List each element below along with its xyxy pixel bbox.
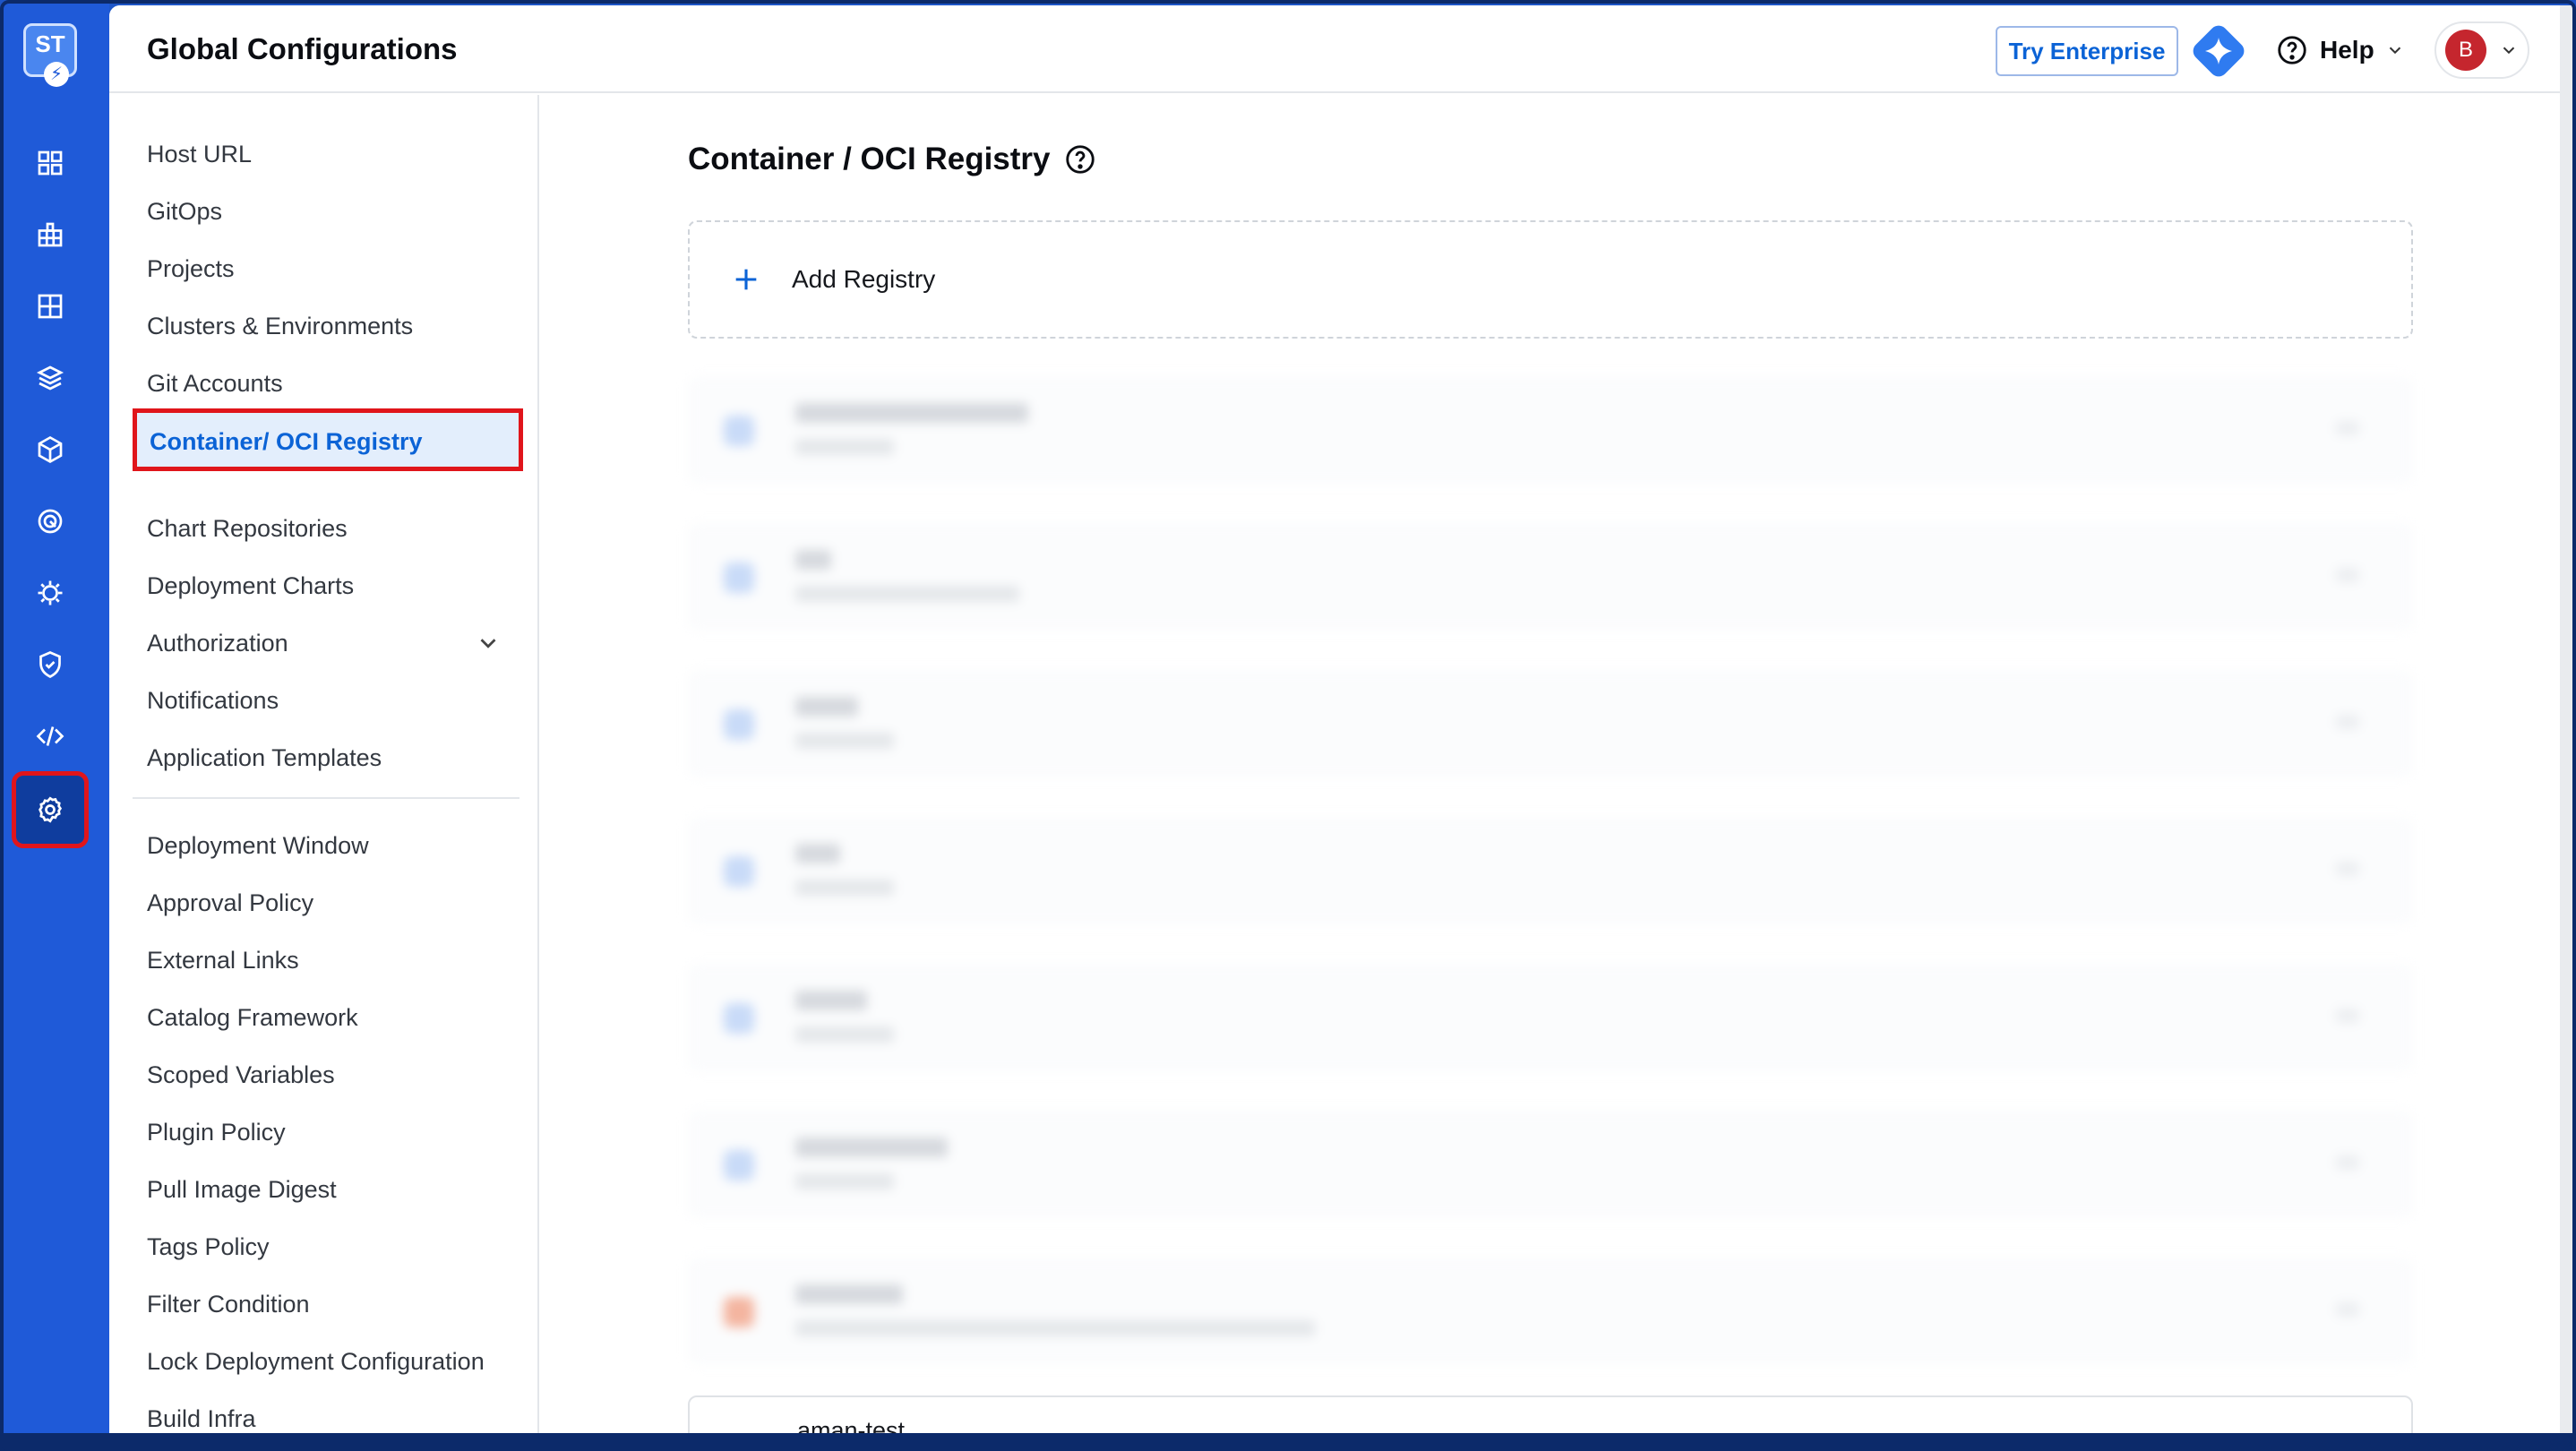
registry-row[interactable] bbox=[688, 964, 2413, 1071]
registry-row[interactable] bbox=[688, 670, 2413, 777]
bug-icon[interactable] bbox=[29, 571, 72, 614]
sidebar-item-scoped-variables[interactable]: Scoped Variables bbox=[147, 1057, 335, 1093]
sidebar-item-catalog-framework[interactable]: Catalog Framework bbox=[147, 1000, 358, 1035]
registry-row[interactable] bbox=[688, 1258, 2413, 1365]
sidebar-item-lock-deployment-configuration[interactable]: Lock Deployment Configuration bbox=[147, 1344, 485, 1379]
add-registry-button[interactable]: Add Registry bbox=[688, 220, 2413, 339]
registry-row[interactable]: aman-test bbox=[688, 1395, 2413, 1433]
top-header: Global Configurations Try Enterprise Hel… bbox=[109, 5, 2560, 93]
jobs-icon[interactable] bbox=[29, 356, 72, 399]
try-enterprise-button[interactable]: Try Enterprise bbox=[1996, 26, 2178, 76]
user-menu[interactable]: B bbox=[2434, 21, 2529, 79]
sidebar-item-gitops[interactable]: GitOps bbox=[147, 193, 222, 229]
window-bottom-edge bbox=[0, 1433, 2576, 1451]
sidebar-item-container-oci-registry[interactable]: Container/ OCI Registry bbox=[133, 408, 523, 471]
settings-gear-icon[interactable] bbox=[12, 771, 89, 848]
shield-icon[interactable] bbox=[29, 643, 72, 686]
resource-browser-icon[interactable] bbox=[29, 428, 72, 471]
chevron-down-icon[interactable] bbox=[475, 630, 502, 657]
logo-text: ST bbox=[35, 30, 65, 57]
bolt-icon: ⚡ bbox=[44, 62, 69, 87]
sidebar-item-filter-condition[interactable]: Filter Condition bbox=[147, 1286, 310, 1322]
scrollbar[interactable] bbox=[2560, 5, 2572, 1433]
registry-name: aman-test bbox=[797, 1417, 906, 1433]
registry-page-heading: Container / OCI Registry bbox=[688, 142, 1051, 176]
nav-rail: ST ⚡ bbox=[4, 4, 109, 1447]
sidebar-item-host-url[interactable]: Host URL bbox=[147, 136, 252, 172]
page-title: Global Configurations bbox=[147, 32, 458, 65]
sidebar-item-tags-policy[interactable]: Tags Policy bbox=[147, 1229, 270, 1265]
registry-row[interactable] bbox=[688, 1111, 2413, 1218]
content-title: Container / OCI Registry bbox=[688, 142, 1097, 177]
sidebar-item-application-templates[interactable]: Application Templates bbox=[147, 740, 382, 776]
help-circle-icon bbox=[2278, 36, 2306, 64]
app-groups-icon[interactable] bbox=[29, 285, 72, 328]
sidebar-item-pull-image-digest[interactable]: Pull Image Digest bbox=[147, 1172, 337, 1207]
applications-icon[interactable] bbox=[29, 213, 72, 256]
help-label: Help bbox=[2320, 36, 2374, 64]
chevron-down-icon bbox=[2503, 47, 2515, 55]
sidebar-item-git-accounts[interactable]: Git Accounts bbox=[147, 365, 283, 401]
settings-sidebar: Host URL GitOps Projects Clusters & Envi… bbox=[109, 95, 539, 1433]
sidebar-item-deployment-window[interactable]: Deployment Window bbox=[147, 828, 369, 863]
overview-icon[interactable] bbox=[29, 142, 72, 185]
registry-row[interactable] bbox=[688, 523, 2413, 631]
sidebar-item-projects[interactable]: Projects bbox=[147, 251, 235, 287]
sidebar-item-notifications[interactable]: Notifications bbox=[147, 683, 279, 718]
sidebar-item-clusters-environments[interactable]: Clusters & Environments bbox=[147, 308, 413, 344]
sidebar-item-deployment-charts[interactable]: Deployment Charts bbox=[147, 568, 354, 604]
sidebar-item-authorization[interactable]: Authorization bbox=[147, 625, 288, 661]
sidebar-item-chart-repositories[interactable]: Chart Repositories bbox=[147, 511, 348, 546]
code-icon[interactable] bbox=[29, 715, 72, 758]
app-logo[interactable]: ST ⚡ bbox=[23, 23, 77, 87]
add-registry-label: Add Registry bbox=[792, 265, 936, 293]
help-menu[interactable]: Help bbox=[2275, 32, 2405, 68]
sidebar-item-plugin-policy[interactable]: Plugin Policy bbox=[147, 1114, 286, 1150]
help-circle-icon[interactable] bbox=[1063, 142, 1097, 176]
avatar: B bbox=[2445, 30, 2486, 71]
registry-row[interactable] bbox=[688, 817, 2413, 924]
registry-row[interactable] bbox=[688, 376, 2413, 484]
sidebar-item-external-links[interactable]: External Links bbox=[147, 942, 299, 978]
target-icon[interactable] bbox=[29, 500, 72, 543]
chevron-down-icon bbox=[2389, 47, 2400, 55]
main-window: Global Configurations Try Enterprise Hel… bbox=[109, 5, 2560, 1433]
sidebar-item-build-infra[interactable]: Build Infra bbox=[147, 1401, 256, 1433]
sidebar-divider bbox=[133, 797, 519, 799]
sidebar-item-approval-policy[interactable]: Approval Policy bbox=[147, 885, 313, 921]
plus-icon bbox=[735, 269, 757, 290]
ai-assistant-icon[interactable] bbox=[2193, 25, 2245, 77]
